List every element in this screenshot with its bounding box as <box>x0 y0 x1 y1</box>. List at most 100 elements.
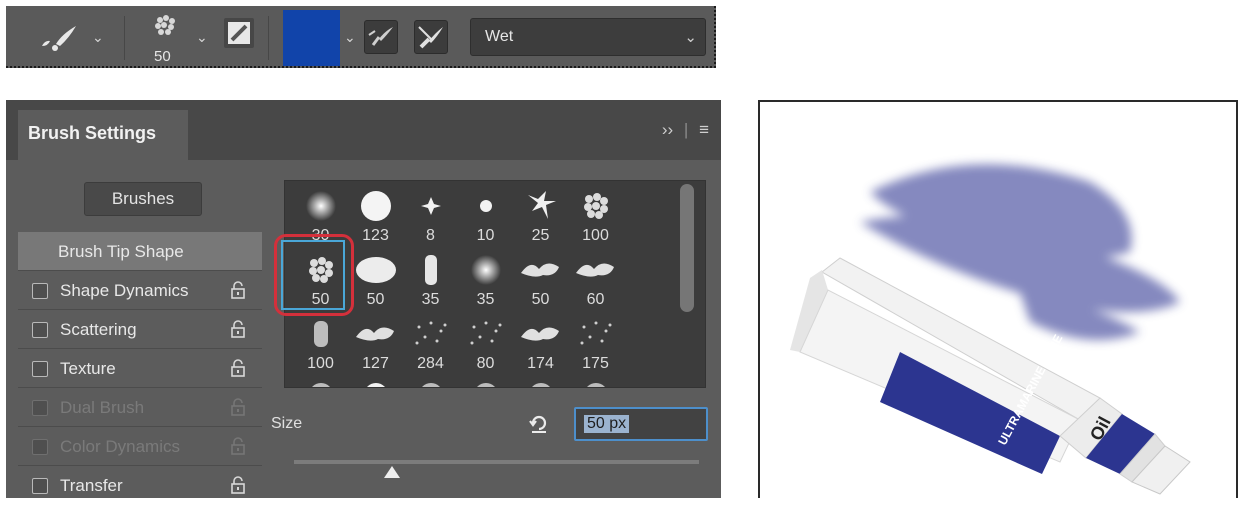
collapse-icon[interactable]: ›› <box>662 120 673 139</box>
option-brush-tip-shape[interactable]: Brush Tip Shape <box>18 232 262 270</box>
brush-tip-size: 100 <box>582 227 609 244</box>
brush-tip-preview-icon <box>466 317 506 356</box>
brush-tip-15[interactable]: 80 <box>458 311 513 375</box>
checkbox[interactable] <box>32 478 48 494</box>
option-label: Shape Dynamics <box>60 281 189 300</box>
brush-tip-size: 284 <box>417 355 444 372</box>
brush-tip-size: 175 <box>582 355 609 372</box>
brush-tip-5[interactable]: 100 <box>568 183 623 247</box>
brush-tip-partial[interactable] <box>348 375 403 387</box>
tab-brush-settings[interactable]: Brush Settings <box>18 110 188 160</box>
size-value: 50 px <box>584 415 630 433</box>
brush-tip-12[interactable]: 100 <box>293 311 348 375</box>
brush-tip-14[interactable]: 284 <box>403 311 458 375</box>
option-color-dynamics[interactable]: Color Dynamics <box>18 426 262 465</box>
brush-tip-preview-icon <box>416 381 446 387</box>
brushes-button[interactable]: Brushes <box>84 182 202 216</box>
lock-icon[interactable] <box>230 476 246 494</box>
lock-icon <box>231 437 245 455</box>
brush-tip-preview-icon <box>354 253 398 292</box>
brush-tip-preview-icon <box>359 189 393 228</box>
brush-tip-11[interactable]: 60 <box>568 247 623 311</box>
size-slider[interactable] <box>294 460 699 464</box>
brush-tip-size: 50 <box>531 291 550 308</box>
blend-mode-select[interactable]: Wet ⌄ <box>470 18 706 56</box>
clean-brush-button[interactable] <box>414 20 448 54</box>
brush-tip-10[interactable]: 50 <box>513 247 568 311</box>
option-dual-brush[interactable]: Dual Brush <box>18 387 262 426</box>
brush-tip-preview-icon <box>469 253 503 292</box>
brush-tip-preview-icon <box>471 381 501 387</box>
paint-illustration: ULTRAMARINE BLUE Oil <box>758 100 1238 498</box>
chevron-down-icon[interactable]: ⌄ <box>344 29 356 46</box>
brush-tip-partial[interactable] <box>403 375 458 387</box>
selected-tip-callout <box>274 234 354 316</box>
brush-tip-9[interactable]: 35 <box>458 247 513 311</box>
brush-tip-size: 60 <box>586 291 605 308</box>
brush-tip-size: 8 <box>426 227 435 244</box>
checkbox[interactable] <box>32 283 48 299</box>
panel-menu[interactable]: ›› | ≡ <box>662 120 709 140</box>
option-label: Brush Tip Shape <box>58 242 184 261</box>
brush-tip-preview-icon <box>414 189 448 228</box>
brush-tip-partial[interactable] <box>513 375 568 387</box>
option-transfer[interactable]: Transfer <box>18 465 262 498</box>
brush-tip-17[interactable]: 175 <box>568 311 623 375</box>
option-shape-dynamics[interactable]: Shape Dynamics <box>18 270 262 309</box>
lock-icon[interactable] <box>230 281 246 299</box>
current-color-swatch[interactable] <box>283 10 340 66</box>
checkbox[interactable] <box>32 322 48 338</box>
brush-tip-partial[interactable] <box>458 375 513 387</box>
option-scattering[interactable]: Scattering <box>18 309 262 348</box>
brush-tip-7[interactable]: 50 <box>348 247 403 311</box>
option-label: Color Dynamics <box>60 437 180 456</box>
size-field[interactable]: 50 px <box>574 407 708 441</box>
clean-brush-icon <box>418 26 443 49</box>
brush-tip-preview-icon <box>576 317 616 356</box>
option-texture[interactable]: Texture <box>18 348 262 387</box>
checkbox <box>32 400 48 416</box>
menu-icon[interactable]: ≡ <box>699 120 709 139</box>
brush-tip-preview-icon <box>469 189 503 228</box>
brush-tip-size: 50 <box>366 291 385 308</box>
brush-tip-partial[interactable] <box>293 375 348 387</box>
brush-tip-preview-icon <box>574 253 618 292</box>
chevron-down-icon[interactable]: ⌄ <box>196 29 208 46</box>
brush-tip-1[interactable]: 123 <box>348 183 403 247</box>
brush-options-list: Brush Tip Shape Shape Dynamics Scatterin… <box>18 232 262 498</box>
brush-settings-panel-button[interactable] <box>224 18 254 48</box>
chevron-down-icon[interactable]: ⌄ <box>92 29 104 46</box>
brush-tip-preview-icon <box>519 317 563 356</box>
brush-tip-16[interactable]: 174 <box>513 311 568 375</box>
brush-tip-size: 35 <box>421 291 440 308</box>
brush-tip-8[interactable]: 35 <box>403 247 458 311</box>
lock-icon[interactable] <box>230 359 246 377</box>
grid-scrollbar[interactable] <box>680 184 694 312</box>
brush-tip-partial[interactable] <box>568 375 623 387</box>
brush-tip-4[interactable]: 25 <box>513 183 568 247</box>
lock-icon[interactable] <box>230 320 246 338</box>
panel-header: Brush Settings ›› | ≡ <box>6 100 721 160</box>
load-brush-icon <box>368 27 393 46</box>
brush-tip-13[interactable]: 127 <box>348 311 403 375</box>
size-slider-handle[interactable] <box>384 466 400 478</box>
brush-tip-preview-icon <box>411 317 451 356</box>
checkbox[interactable] <box>32 361 48 377</box>
mixer-brush-icon[interactable] <box>36 24 80 59</box>
brush-tip-2[interactable]: 8 <box>403 183 458 247</box>
brush-tip-preview-icon <box>526 381 556 387</box>
brush-tip-size: 174 <box>527 355 554 372</box>
load-brush-button[interactable] <box>364 20 398 54</box>
brush-tip-size: 10 <box>476 227 495 244</box>
reset-size-icon[interactable] <box>529 413 549 433</box>
option-label: Texture <box>60 359 116 378</box>
brush-tip-preview-icon <box>354 317 398 356</box>
brush-tip-size: 123 <box>362 227 389 244</box>
brush-preset-picker[interactable]: 50 <box>146 12 186 65</box>
mode-value: Wet <box>485 28 514 45</box>
brush-settings-panel-icon <box>228 22 250 44</box>
brush-tip-3[interactable]: 10 <box>458 183 513 247</box>
brush-tip-size: 100 <box>307 355 334 372</box>
brush-tip-preview-icon <box>579 189 613 228</box>
divider: | <box>683 120 689 139</box>
